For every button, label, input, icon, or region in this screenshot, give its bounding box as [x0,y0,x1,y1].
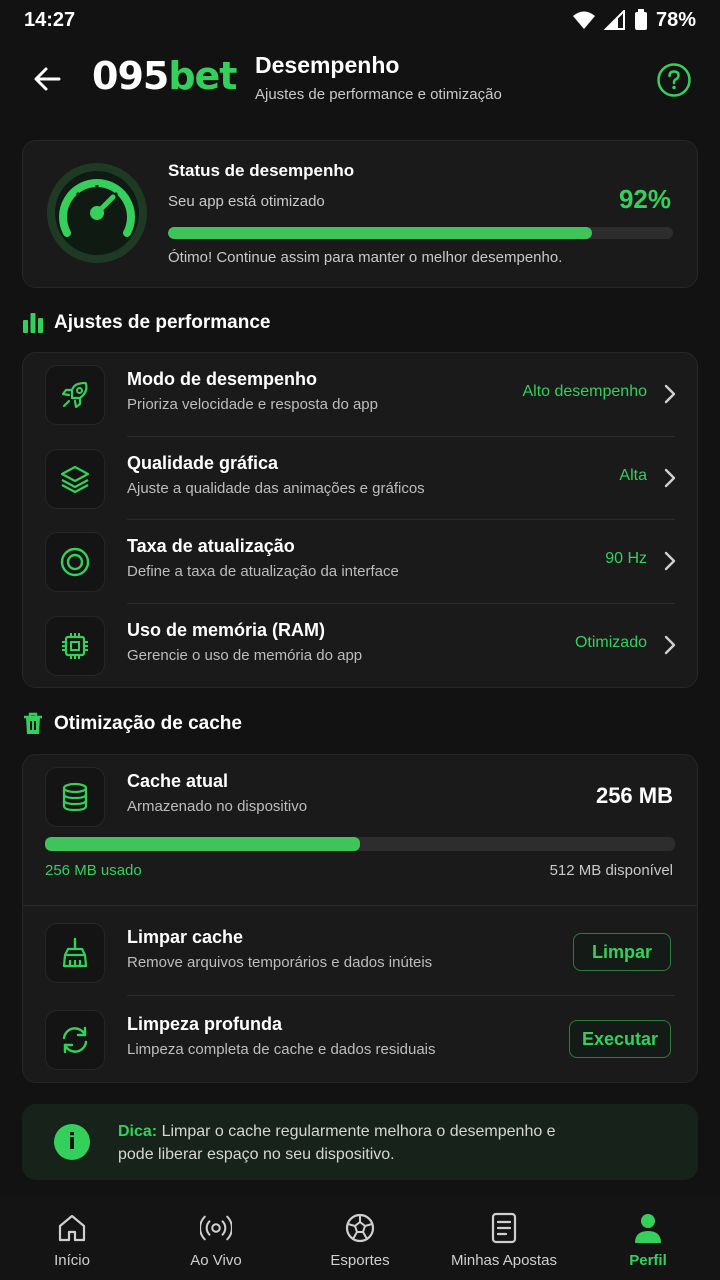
cache-size: 256 MB [595,783,673,808]
status-percent: 92% [618,184,671,214]
nav-item-profile[interactable]: Perfil [576,1196,720,1280]
cache-section-header: Otimização de cache [22,709,242,739]
deep-clean-button[interactable]: Executar [569,1020,671,1058]
setting-title: Uso de memória (RAM) [127,620,326,640]
action-subtitle: Remove arquivos temporários e dados inút… [127,954,433,971]
nav-label: Perfil [629,1252,667,1269]
chevron-right-icon [664,551,676,571]
tip-label: Dica: [118,1123,158,1140]
setting-title: Taxa de atualização [127,536,295,556]
clock: 14:27 [24,8,76,31]
setting-subtitle: Prioriza velocidade e resposta do app [127,396,378,413]
ticket-icon [488,1212,520,1244]
nav-label: Ao Vivo [190,1252,242,1269]
setting-subtitle: Gerencie o uso de memória do app [127,647,363,664]
tip-banner: i Dica: Limpar o cache regularmente melh… [22,1104,698,1180]
status-progress-fill [168,227,593,239]
live-icon [200,1212,232,1244]
setting-value: Alto desempenho [522,383,647,400]
setting-value: Alta [619,467,647,484]
cache-section-title: Otimização de cache [54,713,242,734]
status-subtitle: Seu app está otimizado [168,193,325,210]
divider [127,995,675,996]
action-subtitle: Limpeza completa de cache e dados residu… [127,1041,436,1058]
chevron-right-icon [664,635,676,655]
app-header: 095bet Desempenho Ajustes de performance… [0,40,720,120]
info-icon: i [54,1124,90,1160]
status-progress-bar [168,227,673,239]
battery-icon [634,9,647,30]
setting-row-refresh-rate[interactable]: Taxa de atualização Define a taxa de atu… [23,520,699,603]
ball-icon [344,1212,376,1244]
setting-row-graphics-quality[interactable]: Qualidade gráfica Ajuste a qualidade das… [23,437,699,520]
chevron-right-icon [664,384,676,404]
brand-logo: 095bet [92,54,237,98]
setting-title: Modo de desempenho [127,369,318,389]
signal-icon [603,10,625,30]
back-button[interactable] [30,62,64,96]
nav-item-home[interactable]: Início [0,1196,144,1280]
battery-percent: 78% [655,8,696,31]
bottom-navigation: Início Ao Vivo Esportes Minhas Apostas P… [0,1196,720,1280]
rocket-icon [45,365,105,425]
setting-subtitle: Ajuste a qualidade das animações e gráfi… [127,480,425,497]
tip-body: Limpar o cache regularmente melhora o de… [118,1123,556,1163]
arrow-left-icon [34,67,61,91]
performance-status-card: Status de desempenho Seu app está otimiz… [22,140,698,288]
setting-row-performance-mode[interactable]: Modo de desempenho Prioriza velocidade e… [23,353,699,436]
setting-row-memory-usage[interactable]: Uso de memória (RAM) Gerencie o uso de m… [23,604,699,687]
nav-item-sports[interactable]: Esportes [288,1196,432,1280]
nav-label: Esportes [330,1252,390,1269]
cache-title: Cache atual [127,771,229,791]
nav-item-live[interactable]: Ao Vivo [144,1196,288,1280]
wifi-icon [572,11,595,29]
page-title: Desempenho [255,52,400,78]
user-icon [632,1212,664,1244]
action-title: Limpar cache [127,927,244,947]
chip-icon [45,616,105,676]
status-bar: 14:27 78% [0,0,720,40]
status-title: Status de desempenho [168,161,355,180]
performance-section-header: Ajustes de performance [22,308,270,338]
setting-title: Qualidade gráfica [127,453,279,473]
status-icons: 78% [572,9,696,32]
bar-chart-icon [23,313,43,333]
setting-subtitle: Define a taxa de atualização da interfac… [127,563,399,580]
setting-value: 90 Hz [605,550,647,567]
cache-used-label: 256 MB usado [45,862,142,879]
cache-usage-bar [45,837,675,851]
target-icon [45,532,105,592]
cache-subtitle: Armazenado no dispositivo [127,798,308,815]
performance-section-title: Ajustes de performance [54,312,271,333]
speedometer-icon [47,163,147,263]
database-icon [45,767,105,827]
action-title: Limpeza profunda [127,1014,283,1034]
home-icon [56,1212,88,1244]
clear-cache-button[interactable]: Limpar [573,933,671,971]
help-icon[interactable] [656,62,692,98]
broom-icon [45,923,105,983]
nav-label: Início [54,1252,90,1269]
setting-value: Otimizado [574,634,647,651]
performance-settings-card: Modo de desempenho Prioriza velocidade e… [22,352,698,688]
cache-card: Cache atual Armazenado no dispositivo 25… [22,754,698,1083]
tip-text: Dica: Limpar o cache regularmente melhor… [118,1120,578,1166]
refresh-icon [45,1010,105,1070]
status-note: Ótimo! Continue assim para manter o melh… [168,249,563,266]
nav-label: Minhas Apostas [451,1252,557,1269]
page-subtitle: Ajustes de performance e otimização [255,86,502,103]
layers-icon [45,449,105,509]
cache-available-label: 512 MB disponível [549,862,673,879]
chevron-right-icon [664,468,676,488]
trash-icon [24,712,42,734]
nav-item-my-bets[interactable]: Minhas Apostas [432,1196,576,1280]
divider [23,905,697,906]
cache-usage-fill [45,837,360,851]
